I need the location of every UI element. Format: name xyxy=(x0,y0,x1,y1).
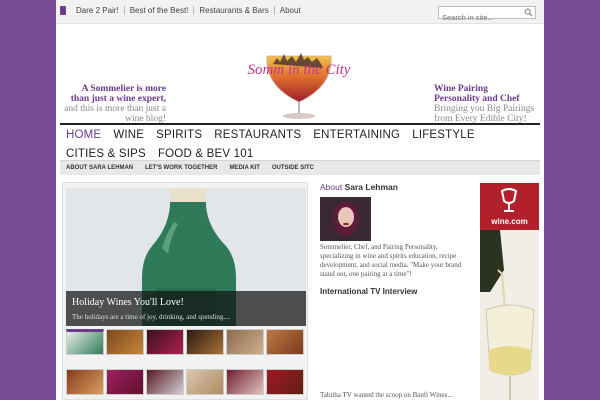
ad-brand: wine.com xyxy=(491,217,528,226)
top-link-restaurants[interactable]: Restaurants & Bars xyxy=(194,6,275,15)
tagline-right-line: Personality and Chef xyxy=(434,94,520,104)
tagline-left-line: and this is more than just a xyxy=(64,104,166,114)
tagline-right-line: Bringing you Big Pairings xyxy=(434,104,535,114)
about-bio: Sommelier, Chef, and Pairing Personality… xyxy=(320,243,462,278)
subnav-item-work-together[interactable]: LET'S WORK TOGETHER xyxy=(139,165,223,171)
about-heading-prefix: About xyxy=(320,182,343,192)
nav-item-restaurants[interactable]: RESTAURANTS xyxy=(208,125,307,144)
nav-item-spirits[interactable]: SPIRITS xyxy=(150,125,208,144)
thumbnail[interactable] xyxy=(226,329,264,355)
thumbnail[interactable] xyxy=(186,329,224,355)
thumbnail[interactable] xyxy=(186,369,224,395)
nav-item-entertaining[interactable]: ENTERTAINING xyxy=(307,125,406,144)
thumbnail[interactable] xyxy=(146,369,184,395)
tagline-left-line: than just a wine expert, xyxy=(70,94,166,104)
main-nav: HOME WINE SPIRITS RESTAURANTS ENTERTAINI… xyxy=(60,123,540,163)
tv-interview-heading: International TV Interview xyxy=(320,287,418,296)
wine-com-logo-icon xyxy=(500,188,518,212)
wine-com-ad[interactable]: wine.com xyxy=(480,183,539,400)
nav-item-lifestyle[interactable]: LIFESTYLE xyxy=(406,125,481,144)
page-container: Dare 2 Pair! Best of the Best! Restauran… xyxy=(56,0,544,400)
slide-caption[interactable]: Holiday Wines You'll Love! The holidays … xyxy=(66,291,306,326)
thumbnail[interactable] xyxy=(146,329,184,355)
thumbnail[interactable] xyxy=(106,369,144,395)
subnav-item-outside[interactable]: OUTSIDE SITC xyxy=(266,165,320,171)
tagline-right: Wine Pairing Personality and Chef Bringi… xyxy=(434,84,544,124)
top-link-about[interactable]: About xyxy=(275,6,306,15)
search-input[interactable] xyxy=(439,12,523,23)
ad-header: wine.com xyxy=(480,183,539,230)
thumbnail[interactable] xyxy=(266,369,304,395)
wine-glass-pour-image xyxy=(480,230,539,400)
tv-interview-text: Tabitha TV wanted the scoop on Banfi Win… xyxy=(320,391,453,399)
top-link-dare2pair[interactable]: Dare 2 Pair! xyxy=(71,6,125,15)
thumbnail[interactable] xyxy=(226,369,264,395)
tagline-left: A Sommelier is more than just a wine exp… xyxy=(58,84,166,124)
search-icon[interactable] xyxy=(524,8,533,17)
thumbnail[interactable] xyxy=(106,329,144,355)
search-box xyxy=(438,6,536,23)
author-portrait-image xyxy=(320,197,371,241)
top-link-best-of[interactable]: Best of the Best! xyxy=(125,6,195,15)
thumbnail[interactable] xyxy=(66,369,104,395)
slide-excerpt: The holidays are a time of joy, drinking… xyxy=(72,313,231,321)
sub-nav: ABOUT SARA LEHMAN LET'S WORK TOGETHER ME… xyxy=(60,160,540,175)
about-heading: About Sara Lehman xyxy=(320,182,468,192)
thumbnail[interactable] xyxy=(66,329,104,355)
top-bar: Dare 2 Pair! Best of the Best! Restauran… xyxy=(56,0,544,24)
about-widget: About Sara Lehman Sommelier, Chef, and P… xyxy=(320,182,468,399)
about-heading-name: Sara Lehman xyxy=(344,182,398,192)
featured-slider: Holiday Wines You'll Love! The holidays … xyxy=(62,182,308,400)
nav-item-home[interactable]: HOME xyxy=(60,125,107,144)
nav-item-wine[interactable]: WINE xyxy=(107,125,150,144)
slide-title[interactable]: Holiday Wines You'll Love! xyxy=(72,297,184,308)
logo-text: Somm in the City xyxy=(248,62,351,78)
top-links: Dare 2 Pair! Best of the Best! Restauran… xyxy=(60,6,306,15)
subnav-item-about[interactable]: ABOUT SARA LEHMAN xyxy=(60,165,139,171)
tagline-left-line: A Sommelier is more xyxy=(81,84,166,94)
site-logo[interactable]: Somm in the City xyxy=(239,38,359,122)
author-photo[interactable] xyxy=(320,197,371,241)
thumbnail[interactable] xyxy=(266,329,304,355)
subnav-item-media-kit[interactable]: MEDIA KIT xyxy=(223,165,265,171)
tagline-right-line: Wine Pairing xyxy=(434,84,488,94)
purple-mark-icon xyxy=(60,6,66,15)
